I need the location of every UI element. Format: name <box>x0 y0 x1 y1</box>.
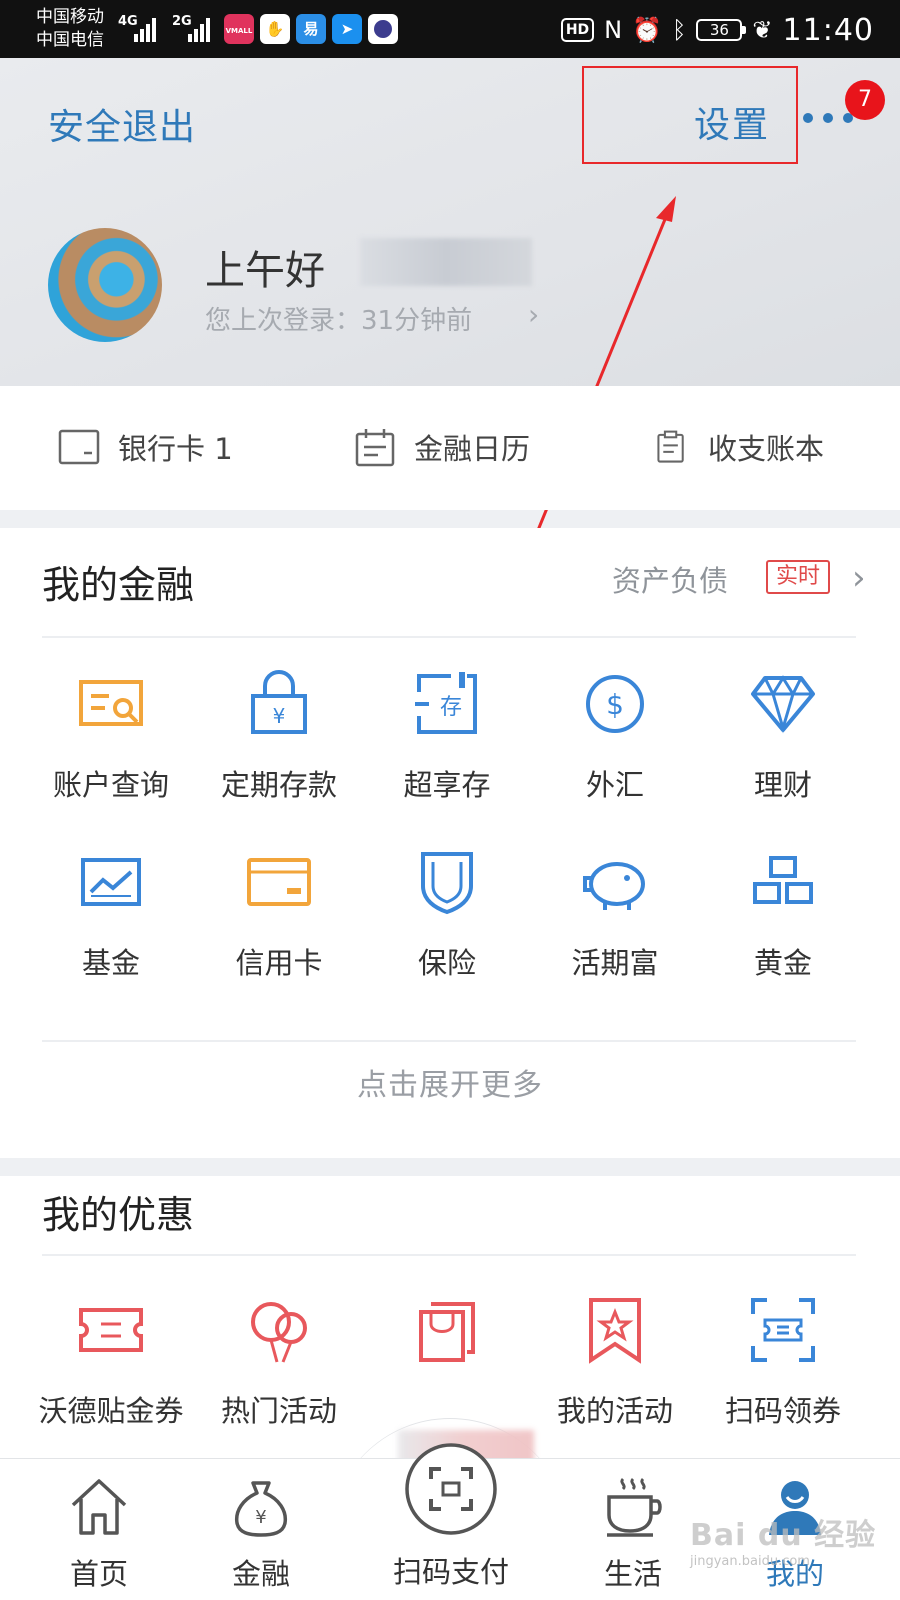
finance-item-label: 定期存款 <box>220 768 337 802</box>
svg-text:存: 存 <box>440 695 462 720</box>
watermark-brand: Bai du 经验 <box>690 1518 877 1553</box>
expand-more-button[interactable]: 点击展开更多 <box>0 1060 900 1104</box>
insurance-icon <box>421 852 473 915</box>
wealth-icon <box>751 675 815 734</box>
fixed-deposit-icon: ¥ <box>251 670 307 734</box>
offer-item-my-events[interactable]: 我的活动 <box>531 1294 699 1430</box>
nav-life[interactable]: 生活 <box>558 1475 708 1593</box>
balloon-icon <box>251 1302 307 1363</box>
finance-item-fund[interactable]: 基金 <box>27 846 195 982</box>
nav-label: 生活 <box>603 1557 662 1591</box>
gold-icon <box>753 856 813 904</box>
divider <box>42 1254 856 1256</box>
offer-item-hot-events[interactable]: 热门活动 <box>195 1294 363 1430</box>
offer-item-shopping[interactable] <box>363 1294 531 1388</box>
chevron-right-icon[interactable]: › <box>852 558 866 598</box>
star-ribbon-icon <box>589 1298 641 1364</box>
svg-text:¥: ¥ <box>273 704 286 728</box>
bank-card-icon <box>58 429 100 465</box>
quick-link-bank-card[interactable]: 银行卡 1 <box>58 426 233 468</box>
finance-item-wealth[interactable]: 理财 <box>699 668 867 804</box>
quick-link-label: 收支账本 <box>708 432 825 466</box>
finance-item-label: 理财 <box>753 768 812 802</box>
coupon-icon <box>79 1308 143 1352</box>
my-finance-card: 我的金融 资产负债 实时 › 账户查询 ¥ 定期存款 存 超享存 $ 外汇 理财… <box>0 528 900 1158</box>
piggy-bank-icon <box>583 862 645 910</box>
finance-item-label: 信用卡 <box>235 946 323 980</box>
finance-item-insurance[interactable]: 保险 <box>363 846 531 982</box>
finance-item-label: 基金 <box>81 946 140 980</box>
home-icon <box>71 1479 127 1535</box>
nav-label: 扫码支付 <box>392 1555 509 1589</box>
shopping-bag-icon <box>419 1302 475 1362</box>
divider <box>42 636 856 638</box>
ledger-icon <box>657 430 684 463</box>
finance-item-fixed-deposit[interactable]: ¥ 定期存款 <box>195 668 363 804</box>
scan-pay-icon <box>405 1443 497 1535</box>
scan-coupon-icon <box>751 1298 815 1362</box>
offer-item-scan-coupon[interactable]: 扫码领券 <box>699 1294 867 1430</box>
calendar-icon <box>355 429 395 467</box>
quick-links-row: 银行卡 1 金融日历 收支账本 <box>0 386 900 510</box>
finance-item-label: 账户查询 <box>52 768 169 802</box>
assets-liabilities-link[interactable]: 资产负债 <box>612 558 728 600</box>
account-query-icon <box>79 680 143 726</box>
divider <box>42 1040 856 1042</box>
quick-link-label: 金融日历 <box>414 432 531 466</box>
baidu-watermark: Bai du 经验 jingyan.baidu.com <box>690 1510 876 1569</box>
nav-home[interactable]: 首页 <box>24 1475 174 1593</box>
offer-item-coupon[interactable]: 沃德贴金券 <box>27 1294 195 1430</box>
nav-scan-pay[interactable]: 扫码支付 <box>363 1439 539 1591</box>
finance-item-label: 黄金 <box>753 946 812 980</box>
credit-card-icon <box>247 858 311 906</box>
finance-item-gold[interactable]: 黄金 <box>699 846 867 982</box>
quick-link-calendar[interactable]: 金融日历 <box>354 426 530 468</box>
super-deposit-icon: 存 <box>415 672 477 734</box>
quick-link-ledger[interactable]: 收支账本 <box>656 426 824 468</box>
finance-item-credit-card[interactable]: 信用卡 <box>195 846 363 982</box>
finance-item-piggy-bank[interactable]: 活期富 <box>531 846 699 982</box>
offer-item-label: 扫码领券 <box>724 1394 841 1428</box>
offers-title: 我的优惠 <box>42 1193 195 1237</box>
nav-label: 首页 <box>69 1557 128 1591</box>
my-offers-card: 我的优惠 沃德贴金券 热门活动 我的活动 扫码领券 <box>0 1176 900 1458</box>
finance-item-label: 外汇 <box>585 768 644 802</box>
coffee-cup-icon <box>607 1477 662 1537</box>
watermark-url: jingyan.baidu.com <box>690 1554 810 1569</box>
finance-item-account-query[interactable]: 账户查询 <box>27 668 195 804</box>
offer-item-label: 热门活动 <box>220 1394 337 1428</box>
finance-item-super-deposit[interactable]: 存 超享存 <box>363 668 531 804</box>
nav-label: 金融 <box>231 1557 290 1591</box>
realtime-tag: 实时 <box>766 560 831 594</box>
fund-icon <box>81 858 141 906</box>
svg-text:$: $ <box>606 688 624 721</box>
finance-item-forex[interactable]: $ 外汇 <box>531 668 699 804</box>
finance-item-label: 超享存 <box>403 768 491 802</box>
money-bag-icon: ¥ <box>234 1481 288 1537</box>
finance-title: 我的金融 <box>42 563 195 607</box>
nav-finance[interactable]: ¥ 金融 <box>186 1475 336 1593</box>
quick-link-label: 银行卡 1 <box>118 432 233 466</box>
finance-item-label: 活期富 <box>571 946 659 980</box>
offer-item-label: 沃德贴金券 <box>38 1394 184 1428</box>
offer-item-label: 我的活动 <box>556 1394 673 1428</box>
forex-icon: $ <box>586 675 644 733</box>
svg-text:¥: ¥ <box>255 1507 266 1528</box>
finance-item-label: 保险 <box>417 946 476 980</box>
